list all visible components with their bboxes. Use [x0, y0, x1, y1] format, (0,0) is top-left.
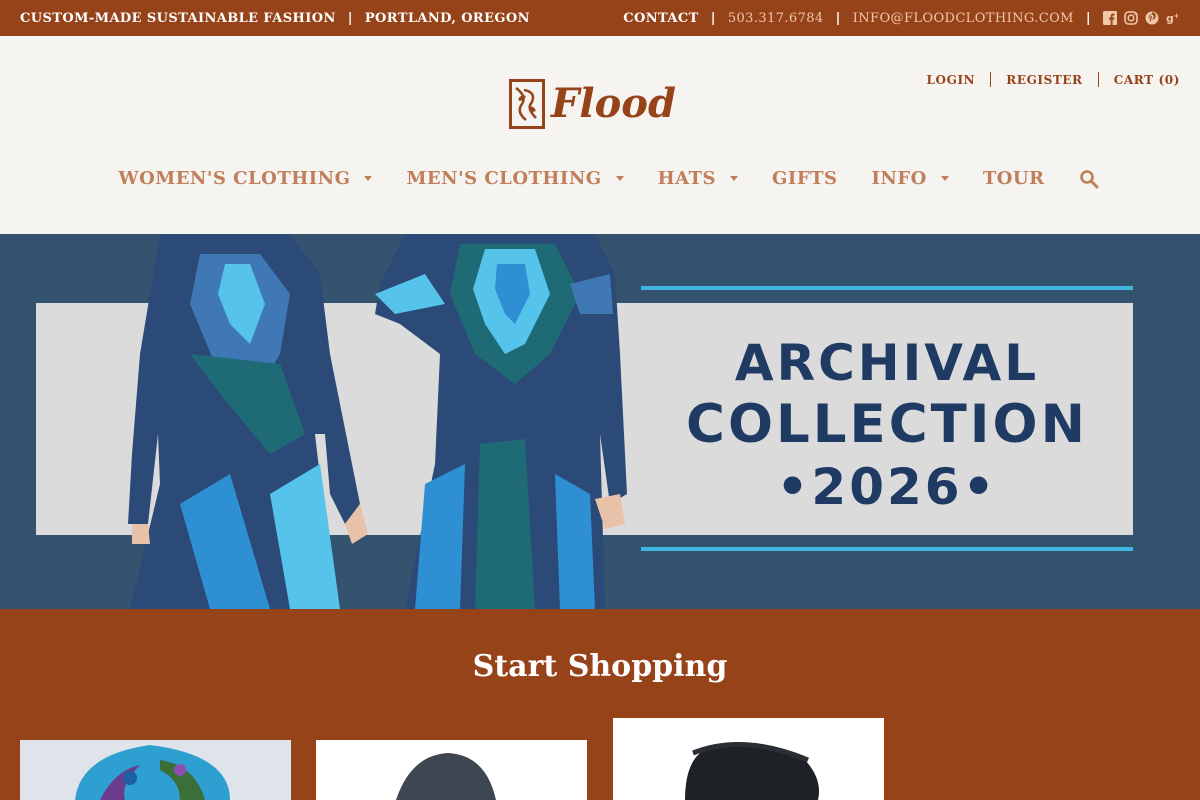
- nav-label: HATS: [657, 168, 717, 189]
- nav-label: INFO: [871, 168, 927, 189]
- hero-title-line1: ARCHIVAL: [734, 334, 1040, 392]
- site-header: LOGIN REGISTER CART (0) Flood WOMEN'S CL…: [0, 36, 1200, 234]
- nav-hats[interactable]: HATS: [657, 168, 739, 189]
- nav-label: TOUR: [982, 168, 1045, 189]
- nav-gifts[interactable]: GIFTS: [772, 168, 837, 189]
- hero-accent-line: [641, 547, 1133, 551]
- nav-info[interactable]: INFO: [872, 168, 949, 189]
- hero-accent-line: [641, 286, 1133, 290]
- section-title: Start Shopping: [472, 649, 728, 684]
- social-links: g +: [1103, 11, 1180, 25]
- caret-down-icon: [364, 176, 373, 181]
- divider: [990, 72, 992, 87]
- caret-down-icon: [940, 176, 949, 181]
- contact-link[interactable]: CONTACT: [623, 11, 698, 26]
- model-front-image: [128, 234, 368, 609]
- nav-label: GIFTS: [772, 168, 838, 189]
- facebook-icon[interactable]: [1103, 11, 1117, 25]
- top-bar: CUSTOM-MADE SUSTAINABLE FASHION | PORTLA…: [0, 0, 1200, 36]
- top-bar-left: CUSTOM-MADE SUSTAINABLE FASHION | PORTLA…: [20, 11, 530, 26]
- register-link[interactable]: REGISTER: [1006, 73, 1083, 87]
- separator: |: [347, 10, 353, 26]
- category-card-mens[interactable]: [316, 740, 587, 800]
- divider: [1097, 72, 1099, 87]
- hero-banner[interactable]: ARCHIVAL COLLECTION •2026•: [0, 234, 1200, 609]
- nav-label: MEN'S CLOTHING: [406, 168, 602, 189]
- account-links: LOGIN REGISTER CART (0): [927, 72, 1180, 87]
- separator: |: [1085, 10, 1091, 26]
- category-card-womens[interactable]: [20, 740, 291, 800]
- pinterest-icon[interactable]: [1145, 11, 1159, 25]
- nav-tour[interactable]: TOUR: [983, 168, 1045, 189]
- hero-title-line2: COLLECTION: [686, 394, 1088, 455]
- product-image: [685, 741, 819, 800]
- nav-label: WOMEN'S CLOTHING: [118, 168, 351, 189]
- main-nav: WOMEN'S CLOTHING MEN'S CLOTHING HATS GIF…: [0, 168, 1200, 189]
- search-icon[interactable]: [1079, 169, 1099, 189]
- product-image: [396, 753, 496, 800]
- cart-link[interactable]: CART (0): [1114, 73, 1180, 87]
- google-plus-icon[interactable]: g +: [1166, 11, 1180, 25]
- hero-title-line3: •2026•: [776, 458, 998, 516]
- location: PORTLAND, OREGON: [364, 10, 530, 26]
- nav-womens-clothing[interactable]: WOMEN'S CLOTHING: [118, 168, 373, 189]
- caret-down-icon: [730, 176, 739, 181]
- svg-text:+: +: [1174, 12, 1180, 20]
- nav-mens-clothing[interactable]: MEN'S CLOTHING: [406, 168, 624, 189]
- separator: |: [835, 10, 841, 26]
- logo-wordmark: Flood: [551, 80, 676, 127]
- instagram-icon[interactable]: [1124, 11, 1138, 25]
- login-link[interactable]: LOGIN: [927, 73, 976, 87]
- caret-down-icon: [615, 176, 624, 181]
- logo-emblem: [509, 79, 545, 129]
- separator: |: [710, 10, 716, 26]
- phone-link[interactable]: 503.317.6784: [728, 11, 824, 26]
- start-shopping-section: Start Shopping: [0, 609, 1200, 800]
- tagline: CUSTOM-MADE SUSTAINABLE FASHION: [20, 10, 336, 26]
- top-bar-right: CONTACT | 503.317.6784 | INFO@FLOODCLOTH…: [623, 11, 1180, 26]
- category-card-hats[interactable]: [613, 718, 884, 800]
- model-back-image: [375, 234, 627, 609]
- email-link[interactable]: INFO@FLOODCLOTHING.COM: [853, 11, 1074, 26]
- product-image: [75, 745, 230, 800]
- site-logo[interactable]: Flood: [509, 79, 676, 129]
